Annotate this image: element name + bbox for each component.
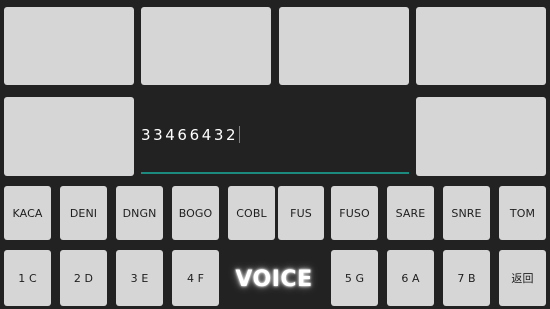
blank-tile-3[interactable]: [279, 7, 409, 85]
app-screen: 33466432 KACA DENI DNGN BOGO COBL FUS FU…: [0, 0, 550, 309]
blank-tile-2[interactable]: [141, 7, 271, 85]
key-1c[interactable]: 1 C: [4, 250, 51, 306]
key-fus[interactable]: FUS: [278, 186, 324, 240]
blank-tile-4[interactable]: [416, 7, 546, 85]
back-button[interactable]: 返回: [499, 250, 546, 306]
number-input[interactable]: 33466432: [141, 97, 409, 177]
key-dngn[interactable]: DNGN: [116, 186, 163, 240]
key-2d[interactable]: 2 D: [60, 250, 107, 306]
key-tom[interactable]: TOM: [499, 186, 546, 240]
key-6a[interactable]: 6 A: [387, 250, 434, 306]
blank-tile-1[interactable]: [4, 7, 134, 85]
blank-tile-5[interactable]: [4, 97, 134, 176]
text-caret: [239, 126, 241, 143]
key-bogo[interactable]: BOGO: [172, 186, 219, 240]
key-snre[interactable]: SNRE: [443, 186, 490, 240]
key-sare[interactable]: SARE: [387, 186, 434, 240]
key-5g[interactable]: 5 G: [331, 250, 378, 306]
number-input-value: 33466432: [141, 126, 239, 144]
key-fuso[interactable]: FUSO: [331, 186, 378, 240]
blank-tile-6[interactable]: [416, 97, 546, 176]
number-input-text[interactable]: 33466432: [141, 126, 241, 144]
input-underline: [141, 172, 409, 174]
key-7b[interactable]: 7 B: [443, 250, 490, 306]
voice-button[interactable]: VOICE: [230, 262, 318, 296]
key-kaca[interactable]: KACA: [4, 186, 51, 240]
key-3e[interactable]: 3 E: [116, 250, 163, 306]
key-deni[interactable]: DENI: [60, 186, 107, 240]
key-cobl[interactable]: COBL: [228, 186, 275, 240]
key-4f[interactable]: 4 F: [172, 250, 219, 306]
